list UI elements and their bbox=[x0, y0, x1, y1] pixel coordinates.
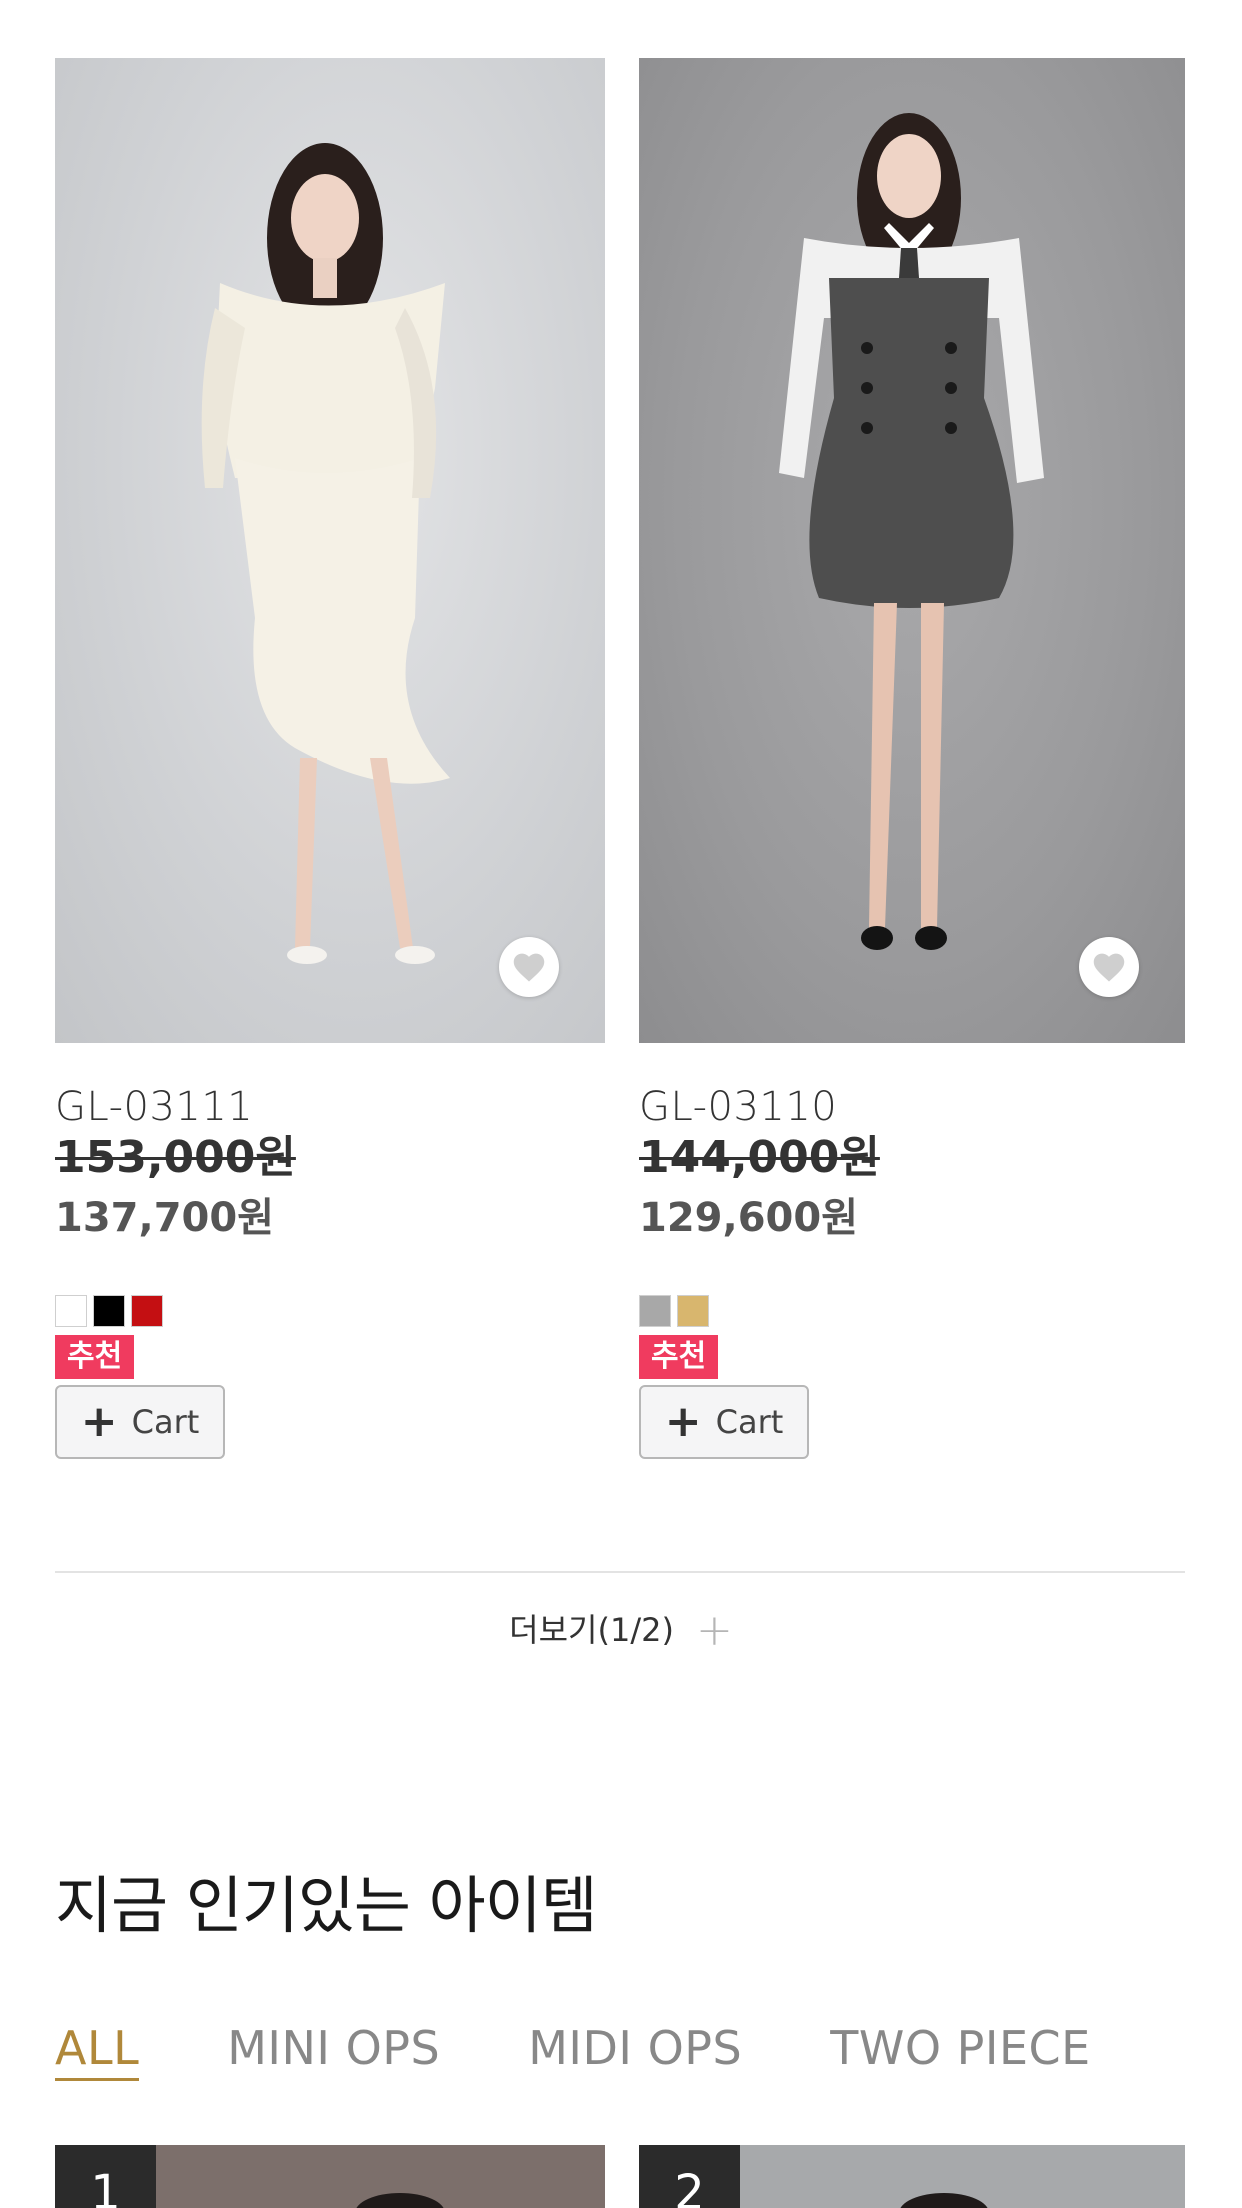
section-title: 지금 인기있는 아이템 bbox=[55, 1869, 598, 1942]
color-swatch-black bbox=[93, 1295, 125, 1327]
color-swatches bbox=[55, 1295, 605, 1327]
section-divider bbox=[55, 1571, 1185, 1573]
add-to-cart-button[interactable]: + Cart bbox=[639, 1385, 809, 1459]
load-more-label: 더보기(1/2) bbox=[509, 1611, 674, 1649]
wishlist-button[interactable] bbox=[1079, 937, 1139, 997]
color-swatch-beige bbox=[677, 1295, 709, 1327]
plus-icon: + bbox=[80, 1396, 118, 1447]
plus-icon: + bbox=[695, 1605, 733, 1656]
recommend-badge: 추천 bbox=[639, 1335, 719, 1379]
tab-all[interactable]: ALL bbox=[55, 2020, 140, 2081]
recommend-badge: 추천 bbox=[55, 1335, 135, 1379]
color-swatch-white bbox=[55, 1295, 87, 1327]
product-code[interactable]: GL-03111 bbox=[55, 1083, 605, 1131]
rank-badge: 1 bbox=[55, 2145, 156, 2208]
color-swatch-red bbox=[131, 1295, 163, 1327]
original-price: 153,000원 bbox=[55, 1132, 296, 1183]
tab-mini-ops[interactable]: MINI OPS bbox=[227, 2020, 440, 2081]
popular-item-image[interactable]: 2 bbox=[639, 2145, 1185, 2208]
model-illustration bbox=[201, 143, 450, 964]
plus-icon: + bbox=[664, 1396, 702, 1447]
add-to-cart-button[interactable]: + Cart bbox=[55, 1385, 225, 1459]
category-tabs: ALL MINI OPS MIDI OPS TWO PIECE bbox=[55, 2020, 1091, 2081]
cart-label: Cart bbox=[131, 1403, 200, 1441]
popular-item-image[interactable]: 1 bbox=[55, 2145, 605, 2208]
product-card[interactable]: GL-03110 144,000원 129,600원 추천 + Cart bbox=[639, 58, 1185, 1459]
color-swatches bbox=[639, 1295, 1185, 1327]
tab-two-piece[interactable]: TWO PIECE bbox=[830, 2020, 1090, 2081]
color-swatch-gray bbox=[639, 1295, 671, 1327]
heart-icon bbox=[513, 953, 545, 982]
original-price: 144,000원 bbox=[639, 1132, 880, 1183]
product-image[interactable] bbox=[639, 58, 1185, 1043]
wishlist-button[interactable] bbox=[499, 937, 559, 997]
heart-icon bbox=[1093, 953, 1125, 982]
product-image[interactable] bbox=[55, 58, 605, 1043]
model-hair bbox=[899, 2193, 989, 2208]
sale-price: 129,600원 bbox=[639, 1195, 858, 1241]
rank-badge: 2 bbox=[639, 2145, 740, 2208]
model-illustration bbox=[779, 113, 1044, 950]
product-code[interactable]: GL-03110 bbox=[639, 1083, 1185, 1131]
cart-label: Cart bbox=[715, 1403, 784, 1441]
sale-price: 137,700원 bbox=[55, 1195, 274, 1241]
load-more-button[interactable]: 더보기(1/2) + bbox=[0, 1605, 1242, 1656]
product-card[interactable]: GL-03111 153,000원 137,700원 추천 + Cart bbox=[55, 58, 605, 1459]
model-hair bbox=[355, 2193, 445, 2208]
tab-midi-ops[interactable]: MIDI OPS bbox=[528, 2020, 742, 2081]
